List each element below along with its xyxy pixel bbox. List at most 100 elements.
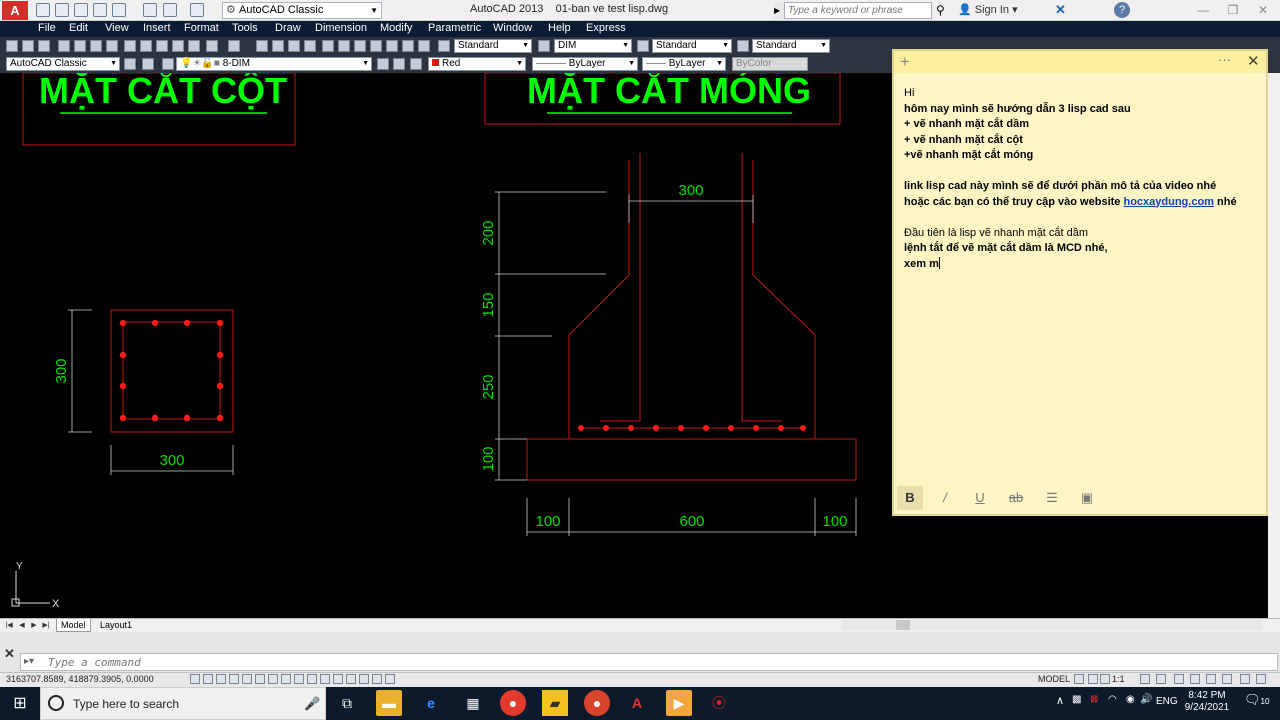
last-tab-icon[interactable]: ▶| <box>41 620 51 631</box>
annotation-scale-value[interactable]: 1:1 <box>1112 674 1125 684</box>
color-select[interactable]: Red ▼ <box>428 57 526 71</box>
qnew-tool-icon[interactable] <box>6 40 18 52</box>
markup-tool-icon[interactable] <box>386 40 398 52</box>
chrome-profile-icon[interactable]: ● <box>584 690 610 716</box>
tab-model[interactable]: Model <box>56 619 91 632</box>
file-explorer-icon[interactable]: ▬ <box>376 690 402 716</box>
workspace-settings-icon[interactable] <box>124 58 136 70</box>
sticky-notes-icon[interactable]: ▰ <box>542 690 568 716</box>
layer-state-icon[interactable] <box>162 58 174 70</box>
strikethrough-icon[interactable]: ab <box>1003 486 1029 510</box>
toolpalettes-tool-icon[interactable] <box>354 40 366 52</box>
app-tray-icon[interactable]: ▩ <box>1072 694 1081 705</box>
taskbar-search-placeholder[interactable]: Type here to search <box>73 697 179 711</box>
annomonitor-icon[interactable] <box>372 674 382 684</box>
menu-window[interactable]: Window <box>493 22 532 34</box>
task-view-icon[interactable]: ⧉ <box>334 690 360 716</box>
network-icon[interactable]: ◉ <box>1126 694 1135 705</box>
preview-tool-icon[interactable] <box>74 40 86 52</box>
horizontal-scroll-thumb[interactable] <box>896 620 910 630</box>
osnap-icon[interactable] <box>255 674 265 684</box>
command-input[interactable]: Type a command <box>48 656 141 669</box>
chevron-up-icon[interactable]: ∧ <box>1056 694 1064 707</box>
toolbar-lock-icon[interactable] <box>1190 674 1200 684</box>
linetype-select[interactable]: ——— ByLayer ▼ <box>532 57 638 71</box>
bullet-list-icon[interactable]: ☰ <box>1039 486 1065 510</box>
designcenter-tool-icon[interactable] <box>338 40 350 52</box>
underline-icon[interactable]: U <box>967 486 993 510</box>
ortho-icon[interactable] <box>229 674 239 684</box>
windows-start-icon[interactable]: ⊞ <box>0 687 40 720</box>
microphone-icon[interactable]: 🎤 <box>304 696 320 712</box>
note-text-area[interactable]: Hi hôm nay mình sẽ hướng dẫn 3 lisp cad … <box>904 86 1260 272</box>
model-space-label[interactable]: MODEL <box>1038 674 1070 684</box>
mleader-style-icon[interactable] <box>737 40 749 52</box>
search-expand-icon[interactable]: ▶ <box>774 2 784 19</box>
insert-image-icon[interactable]: ▣ <box>1074 486 1100 510</box>
layout-quickview-icon[interactable] <box>1074 674 1084 684</box>
layer-properties-icon[interactable] <box>142 58 154 70</box>
paste-tool-icon[interactable] <box>156 40 168 52</box>
grid-icon[interactable] <box>216 674 226 684</box>
next-tab-icon[interactable]: ▶ <box>29 620 39 631</box>
maximize-icon[interactable]: ❐ <box>1218 0 1248 21</box>
binoculars-icon[interactable]: ⚲ <box>936 3 945 17</box>
help-tool-icon[interactable] <box>418 40 430 52</box>
menu-insert[interactable]: Insert <box>143 22 171 34</box>
properties-tool-icon[interactable] <box>322 40 334 52</box>
help-search-input[interactable]: Type a keyword or phrase <box>784 2 932 19</box>
autocad-taskbar-icon[interactable]: A <box>624 690 650 716</box>
calculator-icon[interactable]: ▦ <box>460 690 486 716</box>
more-options-icon[interactable]: ··· <box>1218 52 1231 67</box>
help-icon[interactable]: ? <box>1114 2 1130 18</box>
media-player-icon[interactable]: ▶ <box>666 690 692 716</box>
drawing-quickview-icon[interactable] <box>1088 674 1098 684</box>
isolate-objects-icon[interactable] <box>1222 674 1232 684</box>
command-line[interactable] <box>20 653 1278 671</box>
mleader-style-select[interactable]: Standard ▼ <box>752 39 830 53</box>
menu-modify[interactable]: Modify <box>380 22 412 34</box>
save-icon[interactable] <box>74 3 88 17</box>
lineweight-select[interactable]: —— ByLayer ▼ <box>642 57 726 71</box>
menu-view[interactable]: View <box>105 22 129 34</box>
menu-draw[interactable]: Draw <box>275 22 301 34</box>
text-style-icon[interactable] <box>438 40 450 52</box>
annotation-scale-icon[interactable] <box>1100 674 1110 684</box>
exchange-icon[interactable]: ✕ <box>1055 2 1066 18</box>
close-window-icon[interactable]: ✕ <box>1248 0 1278 21</box>
sheetset-tool-icon[interactable] <box>370 40 382 52</box>
clean-screen-icon[interactable] <box>1256 674 1266 684</box>
workspace-toolbar-select[interactable]: AutoCAD Classic ▼ <box>6 57 120 71</box>
alert-tray-icon[interactable]: ⊠ <box>1090 694 1098 705</box>
undo-tool-icon[interactable] <box>206 40 218 52</box>
close-note-icon[interactable]: ✕ <box>1247 52 1260 70</box>
annotation-visibility-icon[interactable] <box>1140 674 1150 684</box>
redo-tool-icon[interactable] <box>228 40 240 52</box>
infer-icon[interactable] <box>190 674 200 684</box>
bold-icon[interactable]: B <box>897 486 923 510</box>
menu-format[interactable]: Format <box>184 22 219 34</box>
italic-icon[interactable]: / <box>932 486 958 510</box>
layer-iso-icon[interactable] <box>410 58 422 70</box>
transparency-icon[interactable] <box>333 674 343 684</box>
saveas-icon[interactable] <box>93 3 107 17</box>
save-tool-icon[interactable] <box>38 40 50 52</box>
coordinate-readout[interactable]: 3163707.8589, 418879.3905, 0.0000 <box>6 674 154 684</box>
copy-tool-icon[interactable] <box>140 40 152 52</box>
sign-in-button[interactable]: 👤 Sign In ▾ <box>958 3 1018 16</box>
layer-previous-icon[interactable] <box>393 58 405 70</box>
statusbar-menu-icon[interactable] <box>1240 674 1250 684</box>
autoscale-icon[interactable] <box>1156 674 1166 684</box>
notification-icon[interactable]: 🗨10 <box>1244 692 1269 708</box>
menu-tools[interactable]: Tools <box>232 22 258 34</box>
screen-recorder-icon[interactable]: ⦿ <box>706 690 732 716</box>
publish-icon[interactable] <box>112 3 126 17</box>
table-style-icon[interactable] <box>637 40 649 52</box>
hardware-acceleration-icon[interactable] <box>1206 674 1216 684</box>
pan-tool-icon[interactable] <box>256 40 268 52</box>
snap-icon[interactable] <box>203 674 213 684</box>
edge-browser-icon[interactable]: e <box>418 690 444 716</box>
autocad-logo-icon[interactable]: A <box>2 1 28 20</box>
3dprint-tool-icon[interactable] <box>106 40 118 52</box>
wifi-icon[interactable]: ◠ <box>1108 694 1117 705</box>
